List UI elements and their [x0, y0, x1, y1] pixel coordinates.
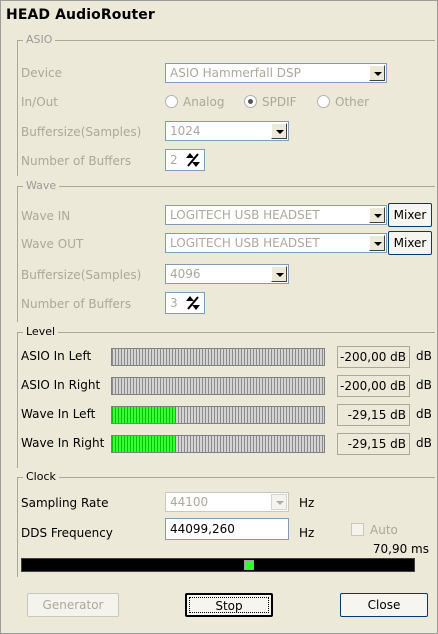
sampling-rate-combo[interactable]: 44100: [165, 492, 289, 512]
asio-buffers-label: Number of Buffers: [21, 154, 132, 168]
wave-in-mixer-button[interactable]: Mixer: [388, 203, 432, 227]
radio-other-label: Other: [335, 95, 370, 109]
wave-in-combo[interactable]: LOGITECH USB HEADSET: [165, 205, 387, 225]
clock-group-border: [17, 477, 18, 577]
wave-buffers-label: Number of Buffers: [21, 297, 132, 311]
auto-checkbox-label: Auto: [370, 523, 398, 537]
asio-buffersize-value: 1024: [170, 124, 201, 138]
wave-out-mixer-button[interactable]: Mixer: [388, 231, 432, 255]
asio-buffers-value: 2: [170, 153, 178, 167]
wave-group-border: [17, 186, 18, 322]
level-unit: dB: [416, 378, 432, 392]
window-title: HEAD AudioRouter: [6, 7, 155, 23]
level-unit: dB: [416, 436, 432, 450]
radio-icon: [165, 95, 178, 108]
latency-readout: 70,90 ms: [372, 542, 429, 556]
clock-group: Clock: [17, 470, 435, 483]
level-meter: [111, 406, 325, 424]
chevron-down-icon[interactable]: [369, 235, 385, 251]
dds-frequency-input[interactable]: 44099,260: [165, 518, 289, 540]
clock-group-label: Clock: [23, 470, 59, 483]
asio-buffers-spinner[interactable]: 2: [165, 149, 205, 171]
level-value: -200,00 dB: [337, 375, 410, 397]
device-combo[interactable]: ASIO Hammerfall DSP: [165, 63, 387, 83]
level-unit: dB: [416, 407, 432, 421]
stop-button-label: Stop: [215, 599, 243, 613]
level-row-label: ASIO In Right: [21, 378, 101, 392]
sampling-rate-label: Sampling Rate: [21, 496, 109, 510]
level-meter: [111, 348, 325, 366]
level-row-label: Wave In Left: [21, 407, 96, 421]
level-unit: dB: [416, 349, 432, 363]
dds-frequency-label: DDS Frequency: [21, 526, 113, 540]
chevron-down-icon[interactable]: [369, 207, 385, 223]
asio-group-label: ASIO: [23, 33, 56, 46]
chevron-down-icon[interactable]: [369, 65, 385, 81]
spinner-arrows-icon[interactable]: [184, 151, 202, 169]
level-row-label: ASIO In Left: [21, 349, 92, 363]
wave-in-label: Wave IN: [21, 209, 71, 223]
level-meter-fill: [112, 407, 176, 423]
wave-group-label: Wave: [23, 179, 60, 192]
radio-spdif-label: SPDIF: [262, 95, 297, 109]
wave-out-value: LOGITECH USB HEADSET: [170, 236, 320, 250]
radio-other[interactable]: Other: [317, 95, 369, 109]
asio-buffersize-combo[interactable]: 1024: [165, 121, 289, 141]
wave-buffersize-value: 4096: [170, 267, 201, 281]
radio-analog[interactable]: Analog: [165, 95, 224, 109]
audiorouter-window: HEAD AudioRouter ASIO Device ASIO Hammer…: [0, 0, 438, 634]
radio-selected-icon: [244, 95, 257, 108]
checkbox-icon: [351, 523, 364, 536]
wave-buffers-value: 3: [170, 296, 178, 310]
radio-icon: [317, 95, 330, 108]
level-group-label: Level: [23, 325, 59, 338]
level-meter: [111, 377, 325, 395]
asio-group: ASIO: [17, 33, 435, 46]
auto-checkbox[interactable]: Auto: [351, 523, 398, 537]
wave-buffersize-combo[interactable]: 4096: [165, 264, 289, 284]
close-button[interactable]: Close: [340, 593, 428, 617]
clock-slider-track[interactable]: [21, 558, 415, 572]
inout-label: In/Out: [21, 95, 58, 109]
wave-in-value: LOGITECH USB HEADSET: [170, 208, 320, 222]
level-value: -29,15 dB: [337, 404, 410, 426]
clock-slider-thumb[interactable]: [244, 560, 254, 570]
asio-buffersize-label: Buffersize(Samples): [21, 125, 142, 139]
level-meter-fill: [112, 436, 176, 452]
wave-buffers-spinner[interactable]: 3: [165, 292, 205, 314]
chevron-down-icon[interactable]: [271, 123, 287, 139]
device-label: Device: [21, 66, 63, 80]
wave-group: Wave: [17, 179, 435, 192]
generator-button[interactable]: Generator: [27, 593, 119, 617]
level-row-label: Wave In Right: [21, 436, 105, 450]
sampling-rate-unit: Hz: [299, 496, 315, 510]
level-value: -200,00 dB: [337, 346, 410, 368]
chevron-down-icon[interactable]: [271, 266, 287, 282]
chevron-down-icon[interactable]: [271, 494, 287, 510]
radio-analog-label: Analog: [183, 95, 225, 109]
device-value: ASIO Hammerfall DSP: [170, 66, 301, 80]
level-group-border: [17, 332, 18, 468]
asio-group-border: [17, 40, 18, 176]
level-meter: [111, 435, 325, 453]
wave-buffersize-label: Buffersize(Samples): [21, 268, 142, 282]
dds-frequency-unit: Hz: [299, 526, 315, 540]
stop-button[interactable]: Stop: [185, 593, 273, 617]
spinner-arrows-icon[interactable]: [184, 294, 202, 312]
level-value: -29,15 dB: [337, 433, 410, 455]
wave-out-combo[interactable]: LOGITECH USB HEADSET: [165, 233, 387, 253]
wave-out-label: Wave OUT: [21, 237, 84, 251]
radio-spdif[interactable]: SPDIF: [244, 95, 297, 109]
sampling-rate-value: 44100: [170, 495, 209, 509]
level-group: Level: [17, 325, 435, 338]
